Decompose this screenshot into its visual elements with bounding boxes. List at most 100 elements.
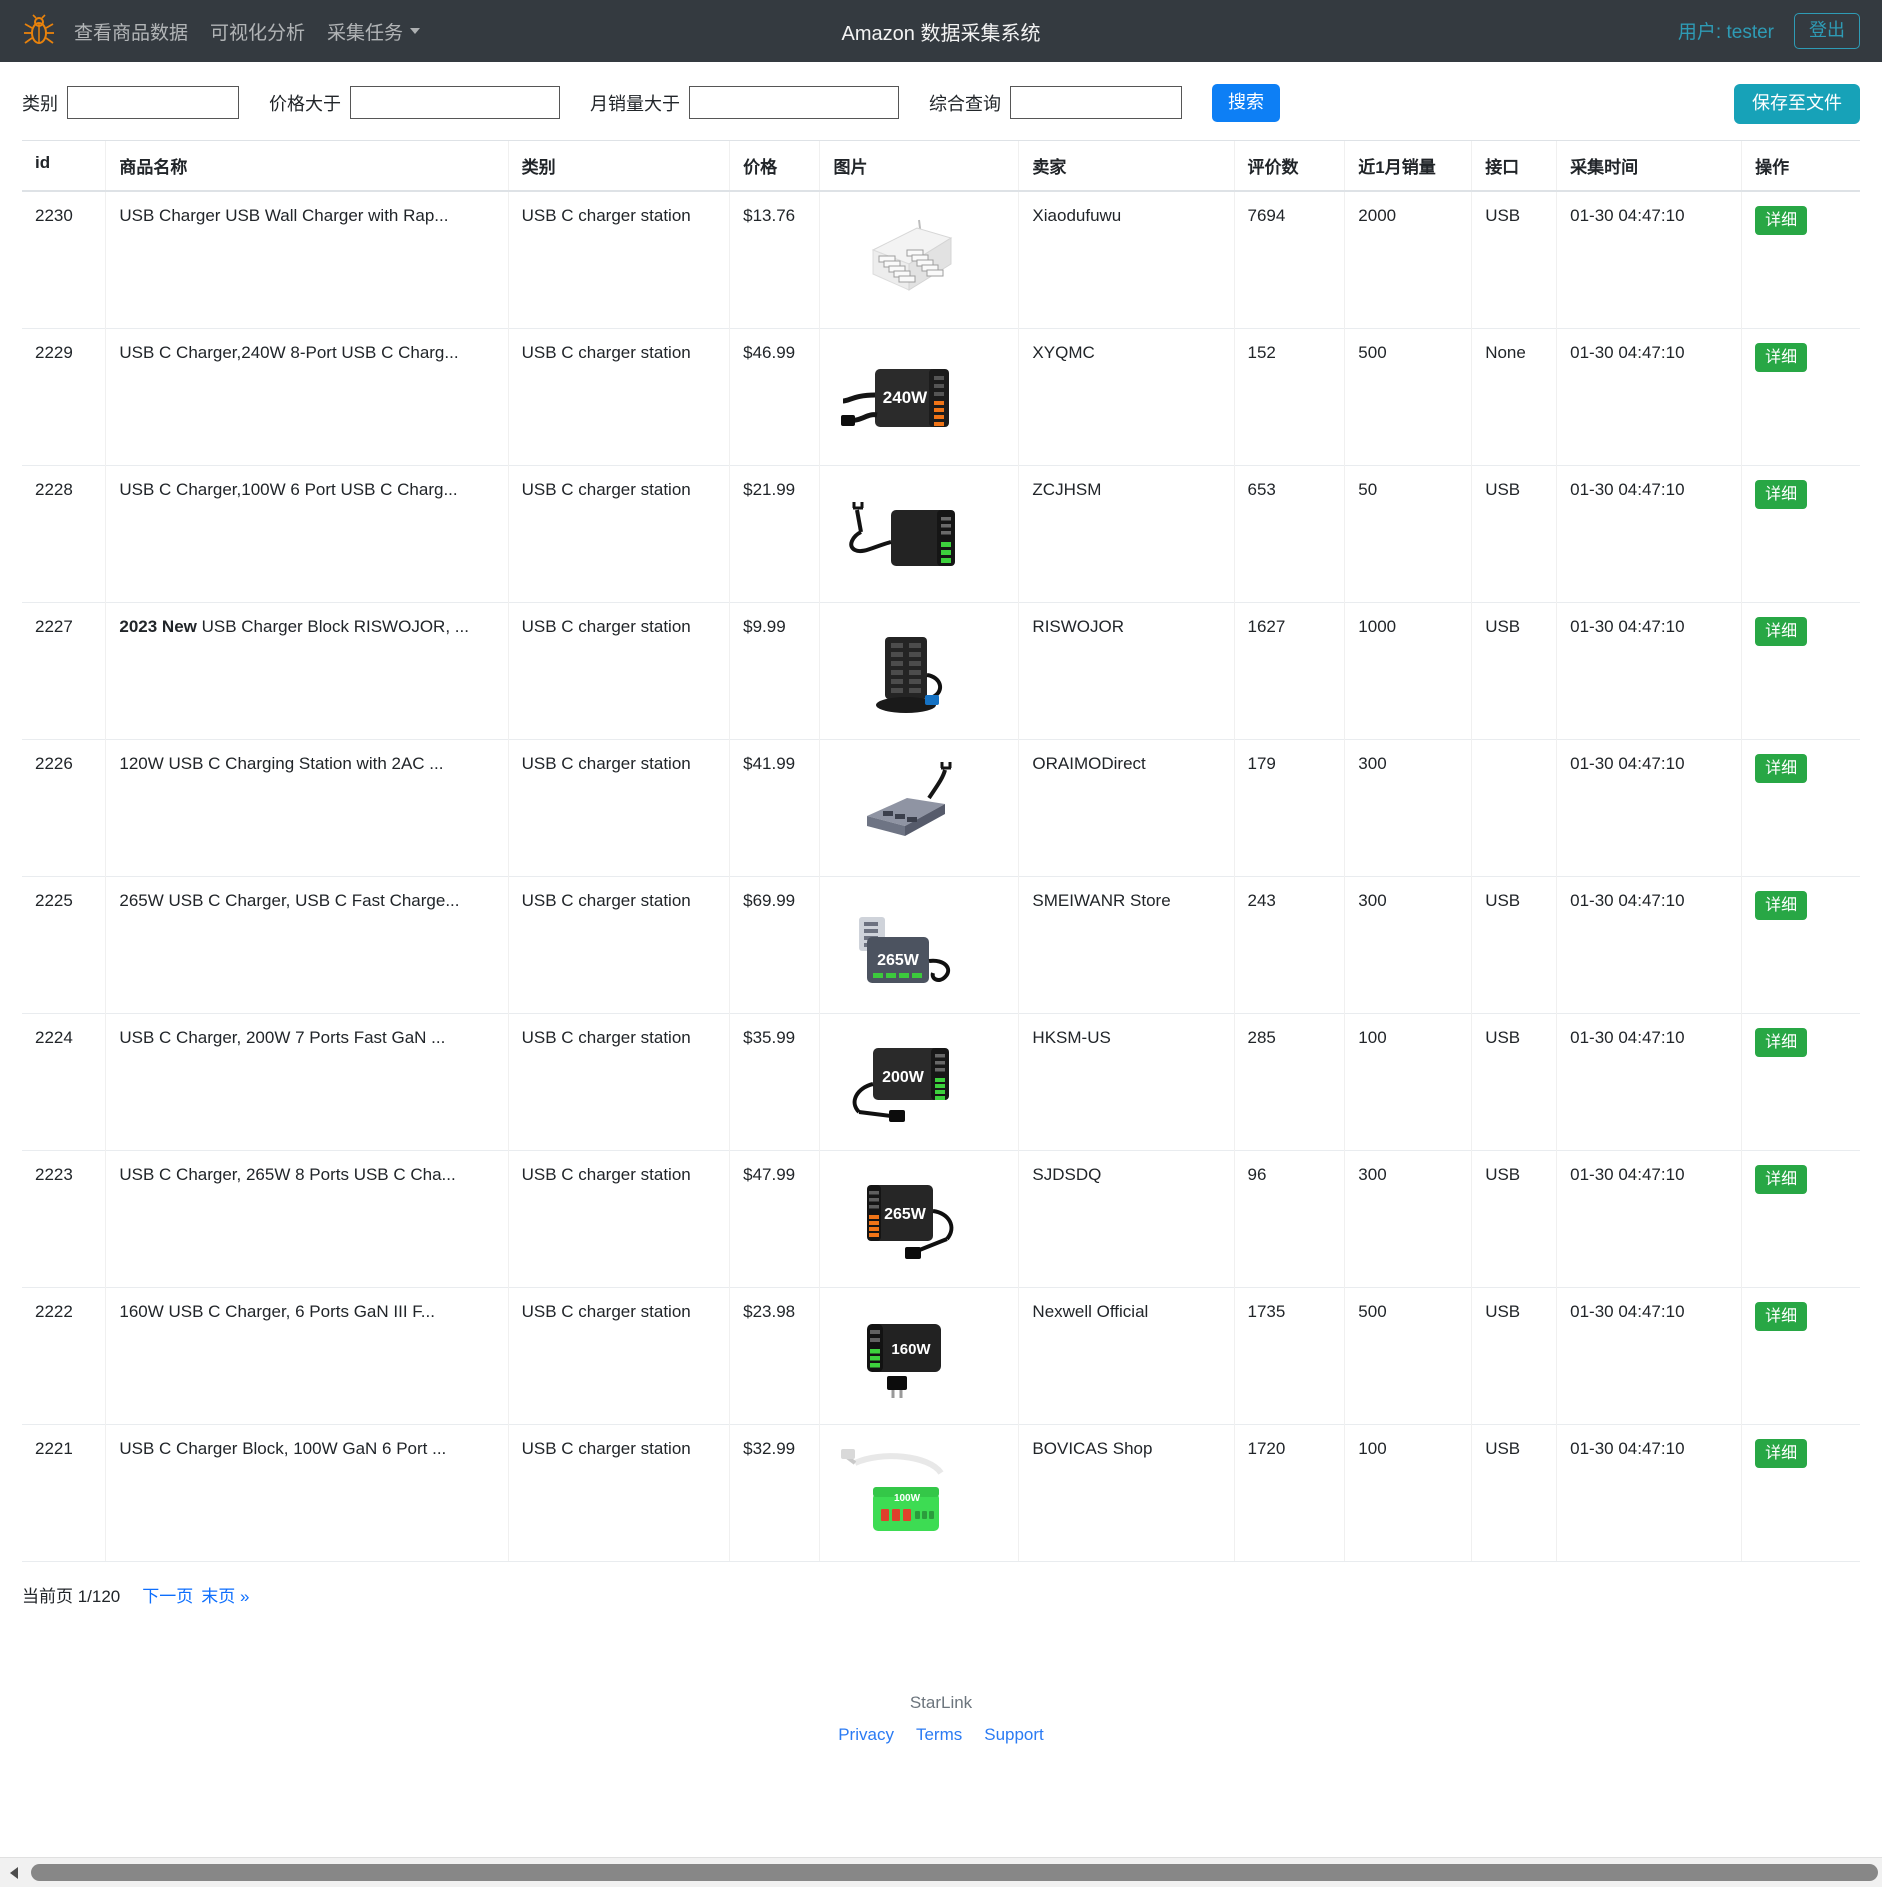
table-row: 2226 120W USB C Charging Station with 2AC…: [22, 738, 1860, 877]
cell-category: USB C charger station: [507, 738, 730, 877]
footer-link-support[interactable]: Support: [984, 1725, 1044, 1745]
cell-collect-time: 01-30 04:47:10: [1556, 1423, 1742, 1562]
nav-view-product-data[interactable]: 查看商品数据: [74, 18, 188, 45]
bug-logo-icon[interactable]: [22, 14, 56, 48]
col-header-price[interactable]: 价格: [729, 139, 820, 192]
cell-api: USB: [1471, 1423, 1557, 1562]
cell-product-image: 200W: [819, 1012, 1019, 1151]
cell-product-name: USB C Charger,100W 6 Port USB C Charg...: [105, 464, 509, 603]
black-240w-charger-with-cable-icon[interactable]: 240W: [833, 343, 983, 451]
page-footer: StarLink Privacy Terms Support: [0, 1693, 1882, 1745]
col-header-time[interactable]: 采集时间: [1556, 139, 1742, 192]
cell-collect-time: 01-30 04:47:10: [1556, 190, 1742, 329]
product-table-container: id 商品名称 类别 价格 图片 卖家 评价数 近1月销量 接口 采集时间 操作…: [0, 139, 1882, 1562]
table-head: id 商品名称 类别 价格 图片 卖家 评价数 近1月销量 接口 采集时间 操作: [22, 139, 1860, 192]
cell-api: USB: [1471, 1149, 1557, 1288]
footer-link-terms[interactable]: Terms: [916, 1725, 962, 1745]
cell-api: USB: [1471, 1012, 1557, 1151]
horizontal-scrollbar[interactable]: [0, 1857, 1882, 1887]
table-row: 2223 USB C Charger, 265W 8 Ports USB C Ch…: [22, 1149, 1860, 1288]
black-265w-8-port-charger-icon[interactable]: 265W: [833, 1165, 983, 1273]
cell-id: 2228: [22, 464, 106, 603]
col-header-action[interactable]: 操作: [1741, 139, 1860, 192]
black-200w-gan-charger-icon[interactable]: 200W: [833, 1028, 983, 1136]
col-header-category[interactable]: 类别: [507, 139, 730, 192]
cell-id: 2230: [22, 190, 106, 329]
cell-seller: SJDSDQ: [1018, 1149, 1235, 1288]
detail-button[interactable]: 详细: [1755, 479, 1808, 509]
logout-button[interactable]: 登出: [1794, 13, 1860, 49]
nav-collect-task[interactable]: 采集任务: [327, 18, 421, 45]
col-header-api[interactable]: 接口: [1471, 139, 1557, 192]
grey-slim-charging-station-with-cord-icon[interactable]: [833, 754, 983, 862]
black-160w-gan-charger-icon[interactable]: 160W: [833, 1302, 983, 1410]
cell-collect-time: 01-30 04:47:10: [1556, 601, 1742, 740]
detail-button[interactable]: 详细: [1755, 342, 1808, 372]
cell-monthly-sales: 300: [1344, 1149, 1472, 1288]
cell-monthly-sales: 500: [1344, 1286, 1472, 1425]
cell-product-image: 160W: [819, 1286, 1019, 1425]
cell-seller: XYQMC: [1018, 327, 1235, 466]
table-row: 2229 USB C Charger,240W 8-Port USB C Char…: [22, 327, 1860, 466]
footer-link-privacy[interactable]: Privacy: [838, 1725, 894, 1745]
detail-button[interactable]: 详细: [1755, 1438, 1808, 1468]
col-header-name[interactable]: 商品名称: [105, 139, 509, 192]
nav-visual-analysis[interactable]: 可视化分析: [210, 18, 305, 45]
cell-price: $46.99: [729, 327, 820, 466]
cell-reviews: 285: [1233, 1012, 1345, 1151]
cell-price: $13.76: [729, 190, 820, 329]
detail-button[interactable]: 详细: [1755, 1301, 1808, 1331]
col-header-seller[interactable]: 卖家: [1018, 139, 1235, 192]
price-greater-input[interactable]: [350, 86, 560, 120]
cell-monthly-sales: 1000: [1344, 601, 1472, 740]
monthly-sales-greater-input[interactable]: [689, 86, 899, 120]
detail-button[interactable]: 详细: [1755, 890, 1808, 920]
grey-265w-charger-with-ports-icon[interactable]: 265W: [833, 891, 983, 999]
detail-button[interactable]: 详细: [1755, 205, 1808, 235]
col-header-id[interactable]: id: [22, 139, 106, 192]
detail-button[interactable]: 详细: [1755, 1164, 1808, 1194]
last-page-link[interactable]: 末页 »: [201, 1582, 249, 1607]
product-name-highlight: 2023 New: [119, 616, 197, 636]
scroll-left-arrow-icon[interactable]: [0, 1858, 27, 1887]
cell-product-image: 265W: [819, 875, 1019, 1014]
col-header-image[interactable]: 图片: [819, 139, 1019, 192]
cell-monthly-sales: 2000: [1344, 190, 1472, 329]
cell-action: 详细: [1741, 327, 1860, 466]
detail-button[interactable]: 详细: [1755, 616, 1808, 646]
cell-action: 详细: [1741, 1286, 1860, 1425]
nav-collect-task-label[interactable]: 采集任务: [327, 18, 403, 45]
cell-price: $47.99: [729, 1149, 820, 1288]
detail-button[interactable]: 详细: [1755, 1027, 1808, 1057]
detail-button[interactable]: 详细: [1755, 753, 1808, 783]
cell-id: 2222: [22, 1286, 106, 1425]
cell-collect-time: 01-30 04:47:10: [1556, 1012, 1742, 1151]
col-header-sales[interactable]: 近1月销量: [1344, 139, 1472, 192]
cell-seller: Xiaodufuwu: [1018, 190, 1235, 329]
black-tower-charging-station-blue-plug-icon[interactable]: [833, 617, 983, 725]
combined-query-input[interactable]: [1010, 86, 1182, 120]
table-row: 2224 USB C Charger, 200W 7 Ports Fast GaN…: [22, 1012, 1860, 1151]
next-page-link[interactable]: 下一页: [142, 1582, 193, 1607]
cell-reviews: 1735: [1233, 1286, 1345, 1425]
category-input[interactable]: [67, 86, 239, 120]
filter-category-group: 类别: [22, 86, 239, 120]
svg-text:160W: 160W: [892, 1341, 932, 1358]
cell-id: 2221: [22, 1423, 106, 1562]
white-10-port-usb-charging-station-icon[interactable]: [833, 206, 983, 314]
top-navbar: 查看商品数据 可视化分析 采集任务 Amazon 数据采集系统 用户: test…: [0, 0, 1882, 62]
black-100w-6-port-charger-coiled-cable-icon[interactable]: [833, 480, 983, 588]
scrollbar-thumb[interactable]: [31, 1864, 1878, 1881]
cell-monthly-sales: 300: [1344, 738, 1472, 877]
cell-api: USB: [1471, 601, 1557, 740]
col-header-reviews[interactable]: 评价数: [1233, 139, 1345, 192]
table-row: 2230 USB Charger USB Wall Charger with Ra…: [22, 190, 1860, 329]
cell-id: 2224: [22, 1012, 106, 1151]
cell-reviews: 152: [1233, 327, 1345, 466]
combined-query-label: 综合查询: [929, 93, 1001, 114]
green-100w-charger-with-white-cable-icon[interactable]: 100W: [833, 1439, 983, 1547]
save-to-file-button[interactable]: 保存至文件: [1734, 84, 1860, 124]
cell-category: USB C charger station: [507, 1423, 730, 1562]
cell-product-image: 100W: [819, 1423, 1019, 1562]
search-button[interactable]: 搜索: [1212, 84, 1280, 122]
